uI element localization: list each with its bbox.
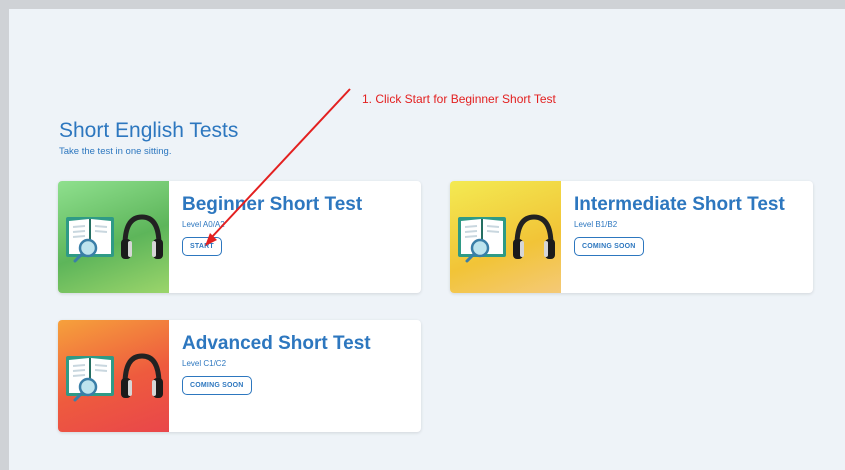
coming-soon-button[interactable]: COMING SOON — [574, 237, 644, 256]
coming-soon-button[interactable]: COMING SOON — [182, 376, 252, 395]
page: Short English Tests Take the test in one… — [9, 9, 845, 470]
test-card-intermediate: Intermediate Short Test Level B1/B2 COMI… — [450, 181, 813, 293]
test-card-advanced: Advanced Short Test Level C1/C2 COMING S… — [58, 320, 421, 432]
test-card-image — [58, 181, 169, 293]
test-card-beginner: Beginner Short Test Level A0/A2 START — [58, 181, 421, 293]
test-card-title: Advanced Short Test — [182, 333, 371, 354]
test-card-level: Level B1/B2 — [574, 220, 618, 229]
test-card-title: Intermediate Short Test — [574, 194, 785, 215]
section-title: Short English Tests — [59, 119, 239, 142]
test-card-level: Level A0/A2 — [182, 220, 225, 229]
start-button[interactable]: START — [182, 237, 222, 256]
test-card-title: Beginner Short Test — [182, 194, 363, 215]
headphones-icon — [121, 214, 163, 259]
test-card-image — [450, 181, 561, 293]
headphones-icon — [121, 353, 163, 398]
section-subtitle: Take the test in one sitting. — [59, 146, 172, 157]
test-card-level: Level C1/C2 — [182, 359, 227, 368]
headphones-icon — [513, 214, 555, 259]
test-card-image — [58, 320, 169, 432]
annotation-text: 1. Click Start for Beginner Short Test — [362, 92, 556, 106]
